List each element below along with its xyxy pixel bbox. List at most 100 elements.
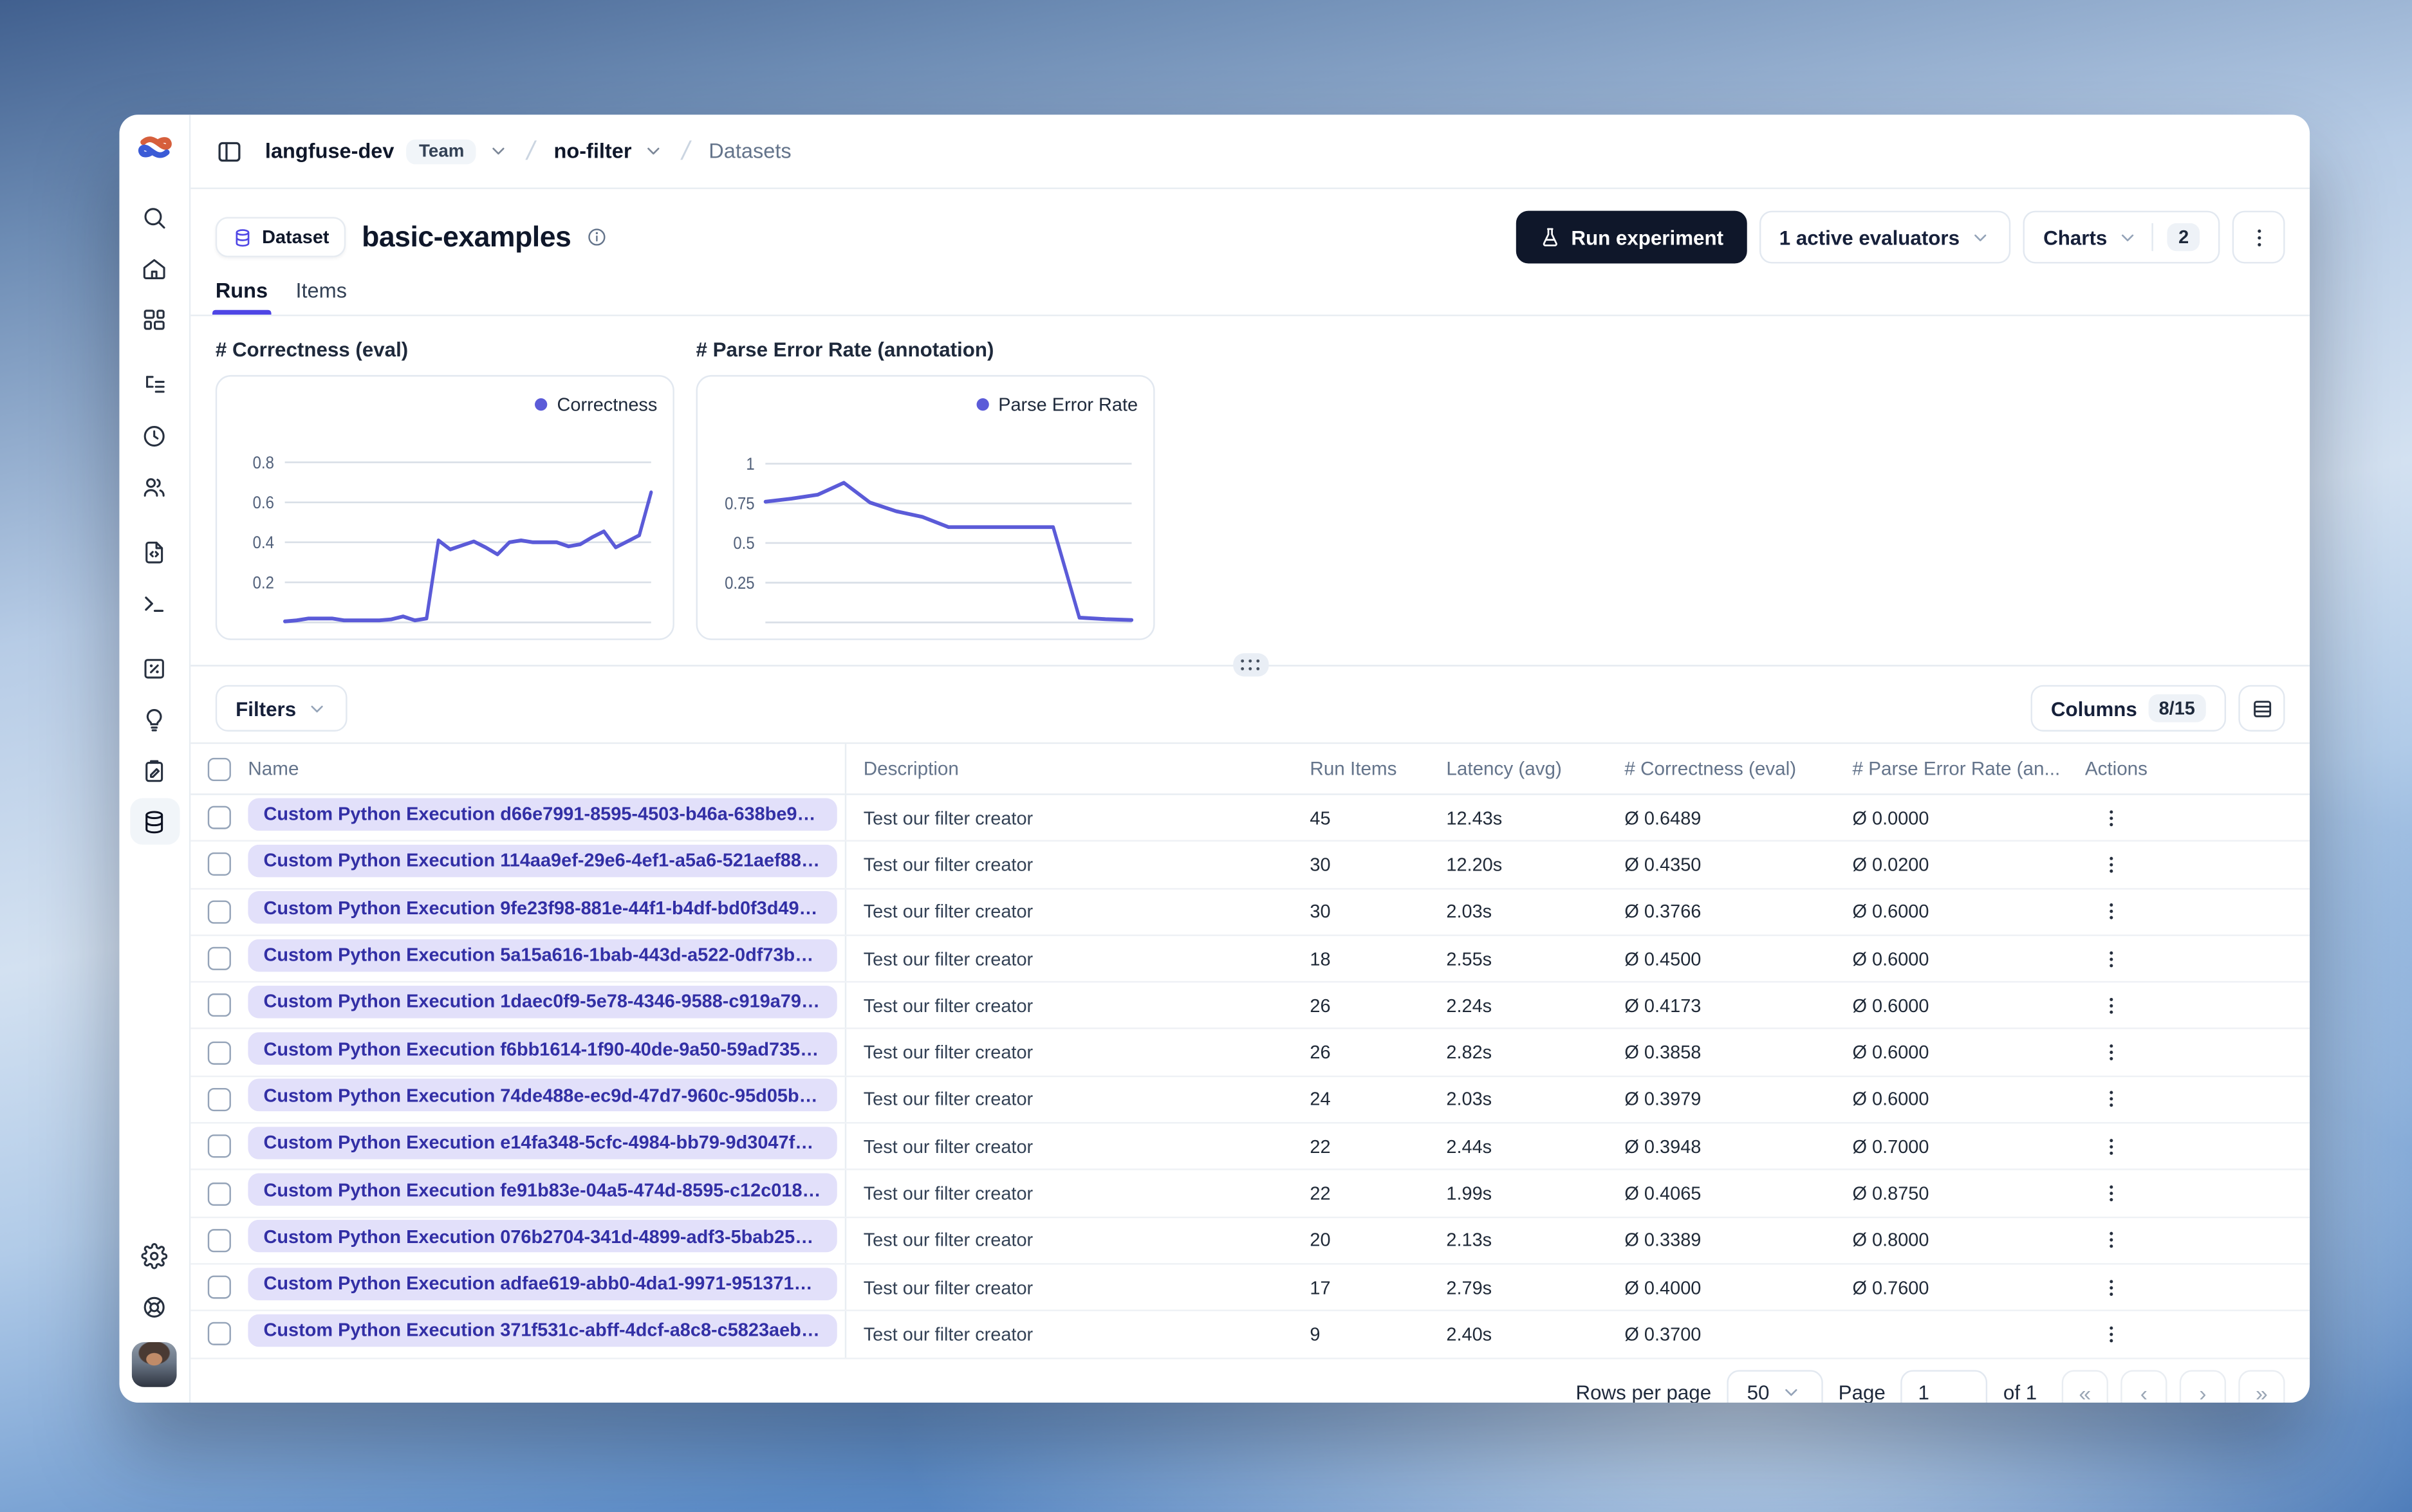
run-name-link[interactable]: Custom Python Execution 371f531c-abff-4d… bbox=[248, 1314, 837, 1347]
row-checkbox[interactable] bbox=[207, 993, 231, 1017]
row-checkbox[interactable] bbox=[207, 1228, 231, 1252]
row-checkbox[interactable] bbox=[207, 1134, 231, 1158]
run-name-link[interactable]: Custom Python Execution 1daec0f9-5e78-43… bbox=[248, 985, 837, 1019]
org-name[interactable]: langfuse-dev bbox=[265, 140, 394, 163]
sidebar-evaluation-icon[interactable] bbox=[129, 645, 179, 691]
latency-value: 2.40s bbox=[1446, 1323, 1492, 1345]
parse-error-rate-value: Ø 0.6000 bbox=[1852, 1042, 1929, 1064]
column-header-correctness[interactable]: # Correctness (eval) bbox=[1624, 758, 1852, 780]
column-header-latency[interactable]: Latency (avg) bbox=[1446, 758, 1624, 780]
first-page-button[interactable]: « bbox=[2061, 1369, 2108, 1403]
charts-button[interactable]: Charts 2 bbox=[2023, 210, 2220, 264]
breadcrumb-section[interactable]: Datasets bbox=[709, 140, 791, 163]
sidebar-annotation-icon[interactable] bbox=[129, 747, 179, 793]
page-number-input[interactable] bbox=[1900, 1369, 1988, 1403]
run-name-link[interactable]: Custom Python Execution 114aa9ef-29e6-4e… bbox=[248, 844, 837, 878]
column-header-name[interactable]: Name bbox=[231, 758, 845, 780]
chart-legend: Correctness bbox=[232, 391, 657, 418]
active-evaluators-button[interactable]: 1 active evaluators bbox=[1759, 210, 2011, 264]
latency-value: 2.55s bbox=[1446, 948, 1492, 970]
parse-error-rate-value: Ø 0.6000 bbox=[1852, 995, 1929, 1017]
row-actions-button[interactable] bbox=[2091, 940, 2131, 977]
row-actions-button[interactable] bbox=[2091, 893, 2131, 930]
latency-value: 1.99s bbox=[1446, 1182, 1492, 1204]
run-name-link[interactable]: Custom Python Execution f6bb1614-1f90-40… bbox=[248, 1032, 837, 1065]
kebab-menu-icon bbox=[2110, 1185, 2113, 1202]
run-name-link[interactable]: Custom Python Execution 076b2704-341d-48… bbox=[248, 1220, 837, 1253]
row-actions-button[interactable] bbox=[2091, 1128, 2131, 1165]
project-name[interactable]: no-filter bbox=[553, 140, 631, 163]
row-checkbox[interactable] bbox=[207, 899, 231, 924]
sidebar-insights-icon[interactable] bbox=[129, 696, 179, 742]
row-checkbox[interactable] bbox=[207, 1087, 231, 1111]
row-actions-button[interactable] bbox=[2091, 846, 2131, 883]
dataset-badge-label: Dataset bbox=[262, 226, 329, 248]
run-name-link[interactable]: Custom Python Execution e14fa348-5cfc-49… bbox=[248, 1126, 837, 1159]
row-actions-button[interactable] bbox=[2091, 1316, 2131, 1353]
svg-text:0.5: 0.5 bbox=[733, 534, 754, 553]
tab-runs[interactable]: Runs bbox=[212, 279, 271, 315]
more-actions-button[interactable] bbox=[2232, 210, 2285, 264]
sidebar-search-icon[interactable] bbox=[129, 194, 179, 240]
row-checkbox[interactable] bbox=[207, 1181, 231, 1205]
sidebar-datasets-icon[interactable] bbox=[129, 798, 180, 845]
row-checkbox[interactable] bbox=[207, 1040, 231, 1064]
header-actions: Run experiment 1 active evaluators Chart… bbox=[1515, 210, 2285, 264]
correctness-value: Ø 0.4173 bbox=[1624, 995, 1702, 1017]
filters-button[interactable]: Filters bbox=[215, 685, 348, 732]
row-actions-button[interactable] bbox=[2091, 1034, 2131, 1071]
sidebar-home-icon[interactable] bbox=[129, 245, 179, 291]
tab-items[interactable]: Items bbox=[295, 279, 347, 315]
run-name-link[interactable]: Custom Python Execution 5a15a616-1bab-44… bbox=[248, 938, 837, 972]
sidebar-prompts-icon[interactable] bbox=[129, 528, 179, 575]
run-name-link[interactable]: Custom Python Execution 74de488e-ec9d-47… bbox=[248, 1079, 837, 1112]
user-avatar[interactable] bbox=[131, 1342, 177, 1387]
columns-button[interactable]: Columns 8/15 bbox=[2030, 685, 2227, 732]
run-name-link[interactable]: Custom Python Execution 9fe23f98-881e-44… bbox=[248, 891, 837, 925]
info-icon[interactable] bbox=[586, 226, 608, 248]
sidebar-users-icon[interactable] bbox=[129, 463, 179, 510]
sidebar-toggle-icon[interactable] bbox=[216, 137, 243, 165]
column-header-parse-error-rate[interactable]: # Parse Error Rate (an... bbox=[1853, 758, 2085, 780]
run-name-link[interactable]: Custom Python Execution adfae619-abb0-4d… bbox=[248, 1267, 837, 1300]
sidebar-playground-icon[interactable] bbox=[129, 580, 179, 626]
prev-page-button[interactable]: ‹ bbox=[2120, 1369, 2167, 1403]
chevron-down-icon[interactable] bbox=[489, 141, 509, 161]
run-experiment-button[interactable]: Run experiment bbox=[1515, 210, 1747, 264]
table-row: Custom Python Execution fe91b83e-04a5-47… bbox=[190, 1170, 2310, 1218]
column-header-description[interactable]: Description bbox=[844, 744, 1310, 794]
row-checkbox[interactable] bbox=[207, 1275, 231, 1299]
row-checkbox[interactable] bbox=[207, 1322, 231, 1346]
run-description: Test our filter creator bbox=[844, 982, 1310, 1029]
chevron-down-icon[interactable] bbox=[644, 141, 664, 161]
rows-per-page-select[interactable]: 50 bbox=[1727, 1369, 1823, 1403]
select-all-checkbox[interactable] bbox=[207, 757, 231, 780]
row-checkbox[interactable] bbox=[207, 946, 231, 970]
sidebar-tracing-icon[interactable] bbox=[129, 361, 179, 407]
last-page-button[interactable]: » bbox=[2238, 1369, 2285, 1403]
row-checkbox[interactable] bbox=[207, 806, 231, 830]
run-name-link[interactable]: Custom Python Execution fe91b83e-04a5-47… bbox=[248, 1173, 837, 1206]
row-actions-button[interactable] bbox=[2091, 1269, 2131, 1306]
row-actions-button[interactable] bbox=[2091, 1081, 2131, 1118]
correctness-value: Ø 0.4000 bbox=[1624, 1276, 1702, 1298]
svg-text:1: 1 bbox=[746, 455, 754, 474]
run-description: Test our filter creator bbox=[844, 795, 1310, 841]
sidebar-sessions-icon[interactable] bbox=[129, 412, 179, 459]
sidebar-settings-icon[interactable] bbox=[129, 1232, 179, 1278]
sidebar-support-icon[interactable] bbox=[129, 1283, 179, 1329]
row-actions-button[interactable] bbox=[2091, 987, 2131, 1024]
row-checkbox[interactable] bbox=[207, 853, 231, 877]
line-chart: 0.2 0.4 0.6 0.8 bbox=[253, 454, 653, 623]
sidebar-dashboards-icon[interactable] bbox=[129, 296, 179, 342]
flask-icon bbox=[1542, 228, 1557, 246]
run-description: Test our filter creator bbox=[844, 1264, 1310, 1311]
row-actions-button[interactable] bbox=[2091, 799, 2131, 836]
row-height-button[interactable] bbox=[2238, 685, 2285, 732]
next-page-button[interactable]: › bbox=[2179, 1369, 2227, 1403]
column-header-run-items[interactable]: Run Items bbox=[1310, 758, 1446, 780]
row-actions-button[interactable] bbox=[2091, 1222, 2131, 1259]
run-name-link[interactable]: Custom Python Execution d66e7991-8595-45… bbox=[248, 797, 837, 831]
row-actions-button[interactable] bbox=[2091, 1175, 2131, 1212]
panel-resize-handle[interactable] bbox=[1232, 653, 1268, 677]
